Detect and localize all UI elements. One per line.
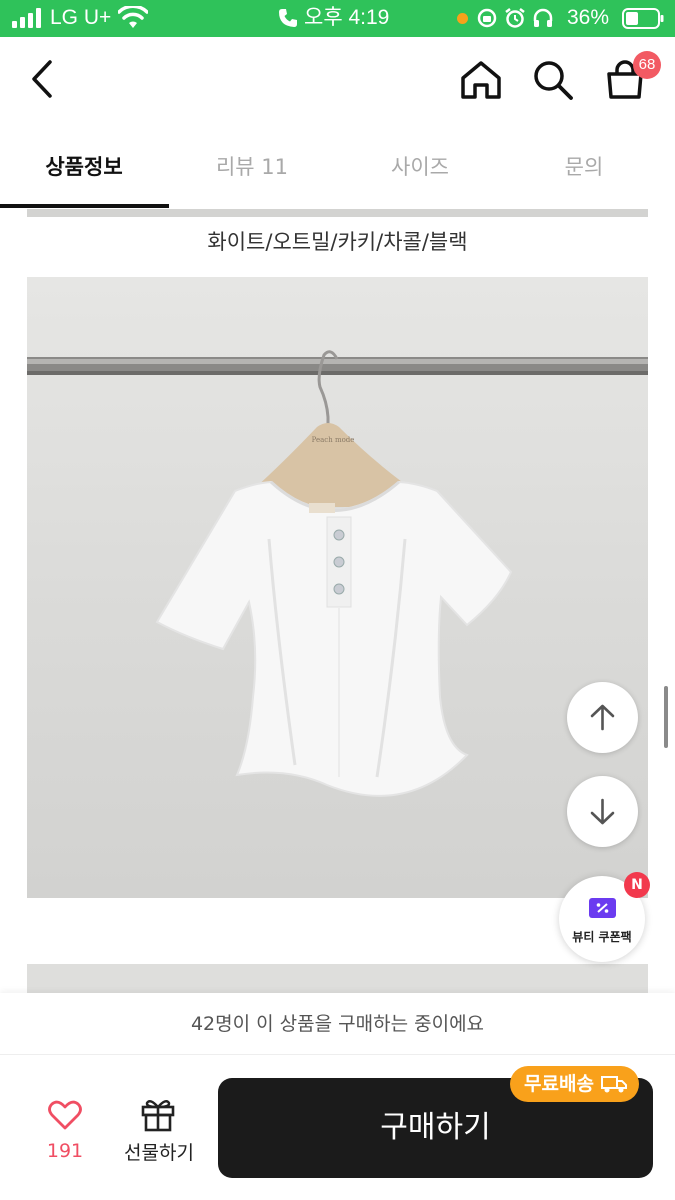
wifi-icon bbox=[118, 6, 148, 28]
tab-inquiry[interactable]: 문의 bbox=[500, 125, 668, 209]
coupon-label: 뷰티 쿠폰팩 bbox=[572, 930, 632, 944]
home-icon[interactable] bbox=[459, 59, 503, 101]
previous-image-edge bbox=[27, 209, 648, 217]
next-image-edge bbox=[27, 964, 648, 994]
product-tabs: 상품정보 리뷰 11 사이즈 문의 bbox=[0, 125, 675, 209]
tab-product-info[interactable]: 상품정보 bbox=[0, 125, 168, 209]
arrow-up-icon bbox=[590, 704, 615, 731]
clock: 오후 4:19 bbox=[304, 6, 390, 29]
like-count: 191 bbox=[46, 1140, 84, 1162]
headphones-icon bbox=[533, 8, 553, 27]
battery-percent: 36% bbox=[567, 6, 610, 29]
tshirt-on-hanger-image: Peach mode bbox=[27, 350, 648, 797]
phone-icon bbox=[279, 9, 297, 27]
signal-icon bbox=[12, 8, 41, 28]
truck-icon bbox=[601, 1076, 627, 1093]
hanger-tag-text: Peach mode bbox=[312, 436, 355, 444]
tab-reviews[interactable]: 리뷰 11 bbox=[168, 125, 336, 209]
scroll-to-bottom-button[interactable] bbox=[567, 776, 638, 847]
rotation-lock-icon bbox=[477, 8, 497, 28]
free-shipping-badge: 무료배송 bbox=[510, 1066, 639, 1102]
heart-icon bbox=[48, 1100, 82, 1130]
cart-count-badge: 68 bbox=[633, 51, 661, 79]
app-header bbox=[0, 37, 675, 125]
carrier-label: LG U+ bbox=[50, 6, 112, 29]
gift-icon[interactable] bbox=[140, 1096, 176, 1132]
scrollbar-thumb[interactable] bbox=[664, 686, 668, 748]
status-bar: LG U+ 오후 4:19 36% bbox=[0, 0, 675, 37]
arrow-down-icon bbox=[590, 798, 615, 825]
product-photo: Peach mode bbox=[27, 277, 648, 898]
battery-icon bbox=[622, 8, 664, 29]
like-button[interactable] bbox=[30, 1100, 100, 1134]
alarm-icon bbox=[505, 8, 525, 28]
active-tab-indicator bbox=[0, 204, 169, 208]
color-options-text: 화이트/오트밀/카키/차콜/블랙 bbox=[207, 230, 468, 254]
purchasing-now-note: 42명이 이 상품을 구매하는 중이에요 bbox=[0, 993, 675, 1055]
free-shipping-label: 무료배송 bbox=[524, 1073, 594, 1095]
tab-size[interactable]: 사이즈 bbox=[336, 125, 504, 209]
back-icon[interactable] bbox=[28, 59, 58, 99]
search-icon[interactable] bbox=[531, 59, 575, 101]
new-badge: N bbox=[624, 872, 650, 898]
gift-button-label[interactable]: 선물하기 bbox=[114, 1138, 204, 1165]
mic-indicator-dot bbox=[457, 13, 468, 24]
scroll-to-top-button[interactable] bbox=[567, 682, 638, 753]
coupon-icon bbox=[589, 898, 616, 918]
